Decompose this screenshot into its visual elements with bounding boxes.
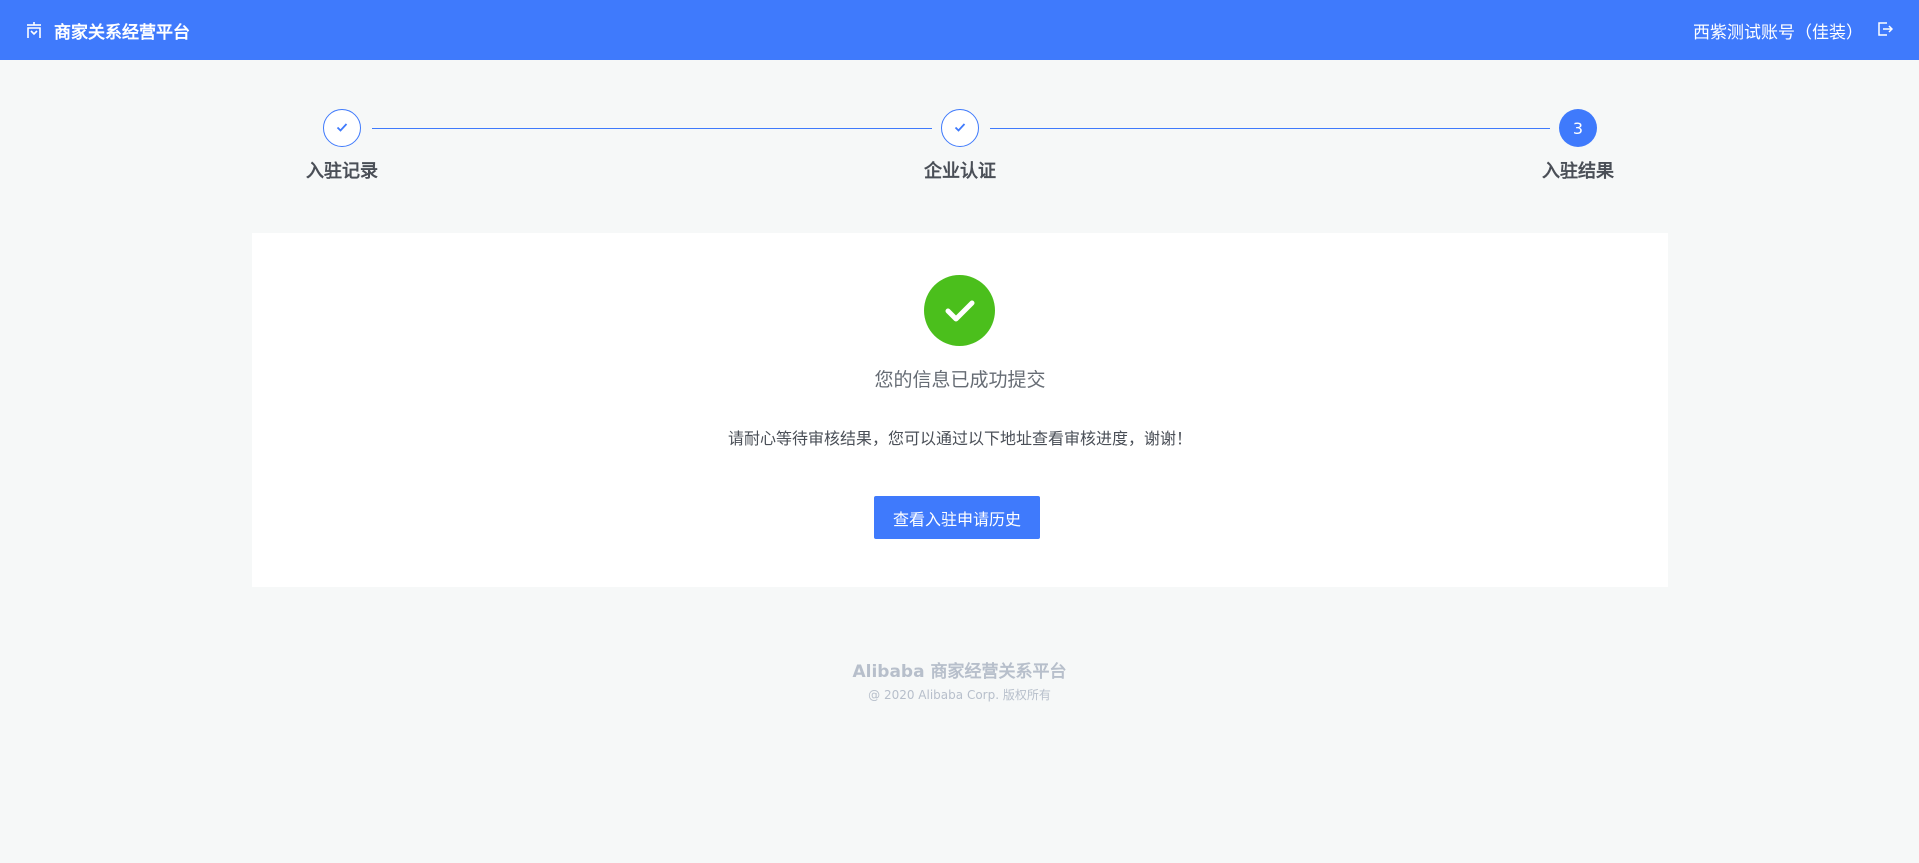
progress-steps: 入驻记录 企业认证 3 入驻结果 bbox=[0, 0, 1919, 200]
step-label: 入驻结果 bbox=[1542, 161, 1614, 182]
step-label: 入驻记录 bbox=[306, 161, 378, 182]
success-title: 您的信息已成功提交 bbox=[874, 369, 1046, 391]
step-label: 企业认证 bbox=[924, 161, 996, 182]
step-connector-2 bbox=[990, 128, 1550, 129]
footer-copyright: @ 2020 Alibaba Corp. 版权所有 bbox=[868, 688, 1051, 702]
check-icon bbox=[953, 119, 967, 138]
step-done-circle bbox=[941, 109, 979, 147]
step-onboarding-result: 3 入驻结果 bbox=[1518, 109, 1638, 183]
result-card: 您的信息已成功提交 请耐心等待审核结果，您可以通过以下地址查看审核进度，谢谢！ … bbox=[252, 233, 1668, 587]
success-check-icon bbox=[924, 275, 995, 346]
step-current-circle: 3 bbox=[1559, 109, 1597, 147]
step-onboarding-record: 入驻记录 bbox=[282, 109, 402, 183]
view-application-history-button[interactable]: 查看入驻申请历史 bbox=[874, 496, 1040, 539]
check-icon bbox=[335, 119, 349, 138]
step-done-circle bbox=[323, 109, 361, 147]
footer-brand: Alibaba 商家经营关系平台 bbox=[852, 662, 1067, 682]
step-enterprise-verification: 企业认证 bbox=[900, 109, 1020, 183]
success-description: 请耐心等待审核结果，您可以通过以下地址查看审核进度，谢谢！ bbox=[727, 429, 1192, 448]
step-connector-1 bbox=[372, 128, 932, 129]
